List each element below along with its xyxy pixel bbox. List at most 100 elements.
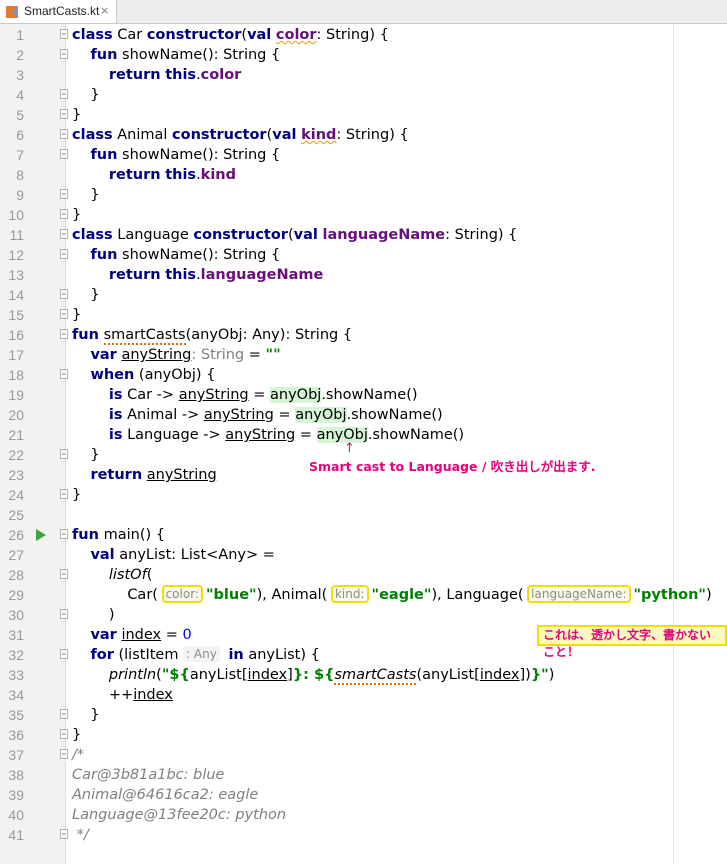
code-line: 14 } (0, 285, 727, 305)
code-text: is Animal -> anyString = anyObj.showName… (108, 407, 443, 423)
fold-minus-icon[interactable] (60, 369, 68, 379)
code-text: } (72, 87, 100, 103)
code-text: for (listItem : Any in anyList) { (90, 646, 320, 663)
code-text: class Language constructor(val languageN… (72, 227, 518, 243)
code-line: 12 fun showName(): String { (0, 245, 727, 265)
fold-minus-icon[interactable] (60, 49, 68, 59)
line-number: 11 (9, 227, 24, 243)
code-line: 25 (0, 505, 727, 525)
line-number: 22 (8, 447, 24, 463)
code-text: ++index (108, 687, 173, 703)
line-number: 12 (8, 247, 24, 263)
code-line: 16 fun smartCasts(anyObj: Any): String { (0, 325, 727, 345)
code-comment: */ (72, 827, 89, 843)
code-text: return this.kind (108, 167, 236, 183)
fold-minus-icon[interactable] (60, 29, 68, 39)
line-number: 39 (8, 787, 24, 803)
param-hint-kind: kind: (330, 585, 369, 603)
line-number: 32 (8, 647, 24, 663)
code-text: fun smartCasts(anyObj: Any): String { (72, 327, 353, 345)
code-text: ) (72, 607, 115, 623)
fold-minus-icon[interactable] (60, 569, 68, 579)
code-line: 36 } (0, 725, 727, 745)
line-number: 15 (8, 307, 24, 323)
code-comment: Language@13fee20c: python (72, 807, 287, 823)
code-line: 20 is Animal -> anyString = anyObj.showN… (0, 405, 727, 425)
code-line: 8 return this.kind (0, 165, 727, 185)
fold-minus-icon[interactable] (60, 249, 68, 259)
line-number: 41 (8, 827, 24, 843)
code-line: 40 Language@13fee20c: python (0, 805, 727, 825)
watermark-warning-note: これは、透かし文字、書かないこと！ (537, 625, 727, 659)
line-number: 1 (16, 27, 24, 43)
code-text: return this.color (108, 67, 242, 83)
type-hint-any: : Any (183, 646, 220, 662)
run-icon[interactable] (36, 529, 46, 541)
code-line: 33 println("${anyList[index]}: ${smartCa… (0, 665, 727, 685)
tab-close-icon[interactable]: × (100, 4, 109, 17)
code-text: class Car constructor(val color: String)… (72, 27, 389, 43)
code-text: when (anyObj) { (90, 367, 216, 383)
line-number: 36 (8, 727, 24, 743)
code-line: 18 when (anyObj) { (0, 365, 727, 385)
fold-minus-icon[interactable] (60, 149, 68, 159)
code-line: 15 } (0, 305, 727, 325)
code-text: } (72, 287, 100, 303)
code-line: 32 for (listItem : Any in anyList) { (0, 645, 727, 665)
code-text: } (72, 447, 100, 463)
param-hint-languagename: languageName: (527, 585, 631, 603)
fold-minus-icon[interactable] (60, 649, 68, 659)
code-text: } (72, 307, 82, 323)
editor-tab-bar: SmartCasts.kt × (0, 0, 727, 24)
line-number: 8 (16, 167, 24, 183)
fold-minus-icon[interactable] (60, 329, 68, 339)
code-line: 9 } (0, 185, 727, 205)
fold-minus-icon[interactable] (60, 749, 68, 759)
code-text: } (72, 487, 82, 503)
code-text: Car( color: "blue"), Animal( kind: "eagle"… (127, 585, 712, 603)
fold-end-icon[interactable] (60, 309, 68, 319)
fold-minus-icon[interactable] (60, 129, 68, 139)
code-comment: Animal@64616ca2: eagle (72, 787, 259, 803)
fold-end-icon[interactable] (60, 489, 68, 499)
code-line: 28 listOf( (0, 565, 727, 585)
code-line: 17 var anyString: String = "" (0, 345, 727, 365)
code-line: 37 /* (0, 745, 727, 765)
tab-smartcasts-kt[interactable]: SmartCasts.kt × (0, 0, 117, 23)
line-number: 25 (8, 507, 24, 523)
code-text: class Animal constructor(val kind: Strin… (72, 127, 409, 143)
code-text: is Car -> anyString = anyObj.showName() (108, 387, 418, 403)
fold-end-icon[interactable] (60, 289, 68, 299)
line-number: 23 (8, 467, 24, 483)
fold-minus-icon[interactable] (60, 529, 68, 539)
code-line: 27 val anyList: List<Any> = (0, 545, 727, 565)
fold-end-icon[interactable] (60, 609, 68, 619)
line-number: 28 (8, 567, 24, 583)
code-comment: /* (72, 747, 85, 763)
code-text: return this.languageName (108, 267, 324, 283)
line-number: 34 (8, 687, 24, 703)
code-text: val anyList: List<Any> = (90, 547, 275, 563)
code-text: listOf( (108, 567, 153, 583)
fold-minus-icon[interactable] (60, 229, 68, 239)
fold-end-icon[interactable] (60, 189, 68, 199)
line-number: 27 (8, 547, 24, 563)
fold-end-icon[interactable] (60, 109, 68, 119)
line-number: 3 (16, 67, 24, 83)
code-line: 4 } (0, 85, 727, 105)
fold-end-icon[interactable] (60, 89, 68, 99)
code-line: 2 fun showName(): String { (0, 45, 727, 65)
code-line: 26 fun main() { (0, 525, 727, 545)
code-line: 24 } (0, 485, 727, 505)
fold-end-icon[interactable] (60, 729, 68, 739)
code-line: 34 ++index (0, 685, 727, 705)
code-text: fun showName(): String { (90, 147, 281, 163)
line-number: 20 (8, 407, 24, 423)
fold-end-icon[interactable] (60, 829, 68, 839)
fold-end-icon[interactable] (60, 709, 68, 719)
line-number: 21 (8, 427, 24, 443)
code-line: 13 return this.languageName (0, 265, 727, 285)
code-line: 10 } (0, 205, 727, 225)
fold-end-icon[interactable] (60, 449, 68, 459)
fold-end-icon[interactable] (60, 209, 68, 219)
